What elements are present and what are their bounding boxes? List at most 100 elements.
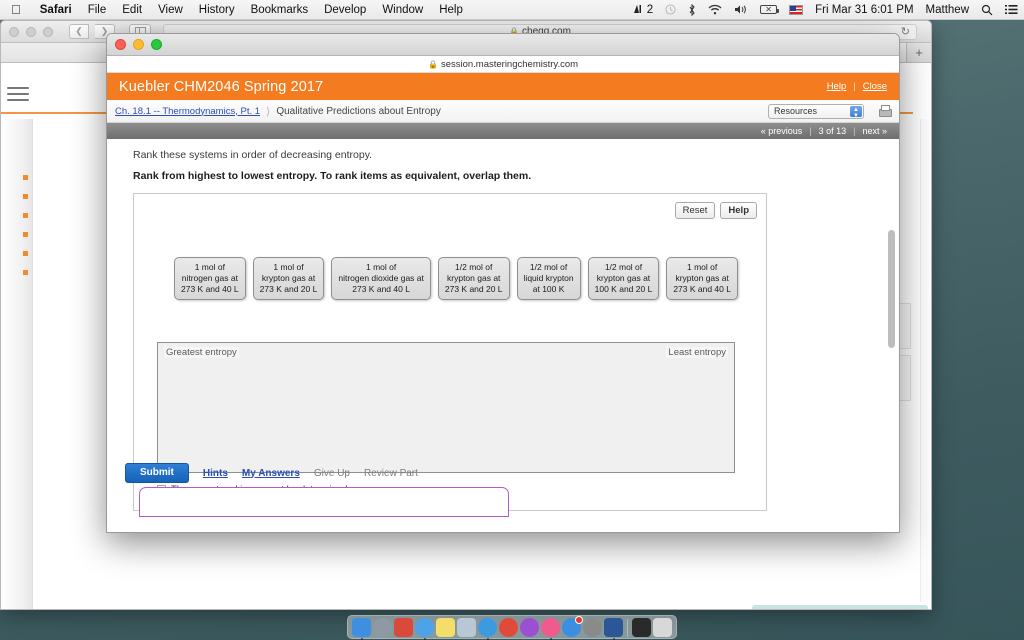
reload-icon[interactable]: ↻ bbox=[901, 25, 910, 38]
dock-app-word[interactable] bbox=[604, 618, 623, 640]
tile-item[interactable]: 1 mol of nitrogen gas at 273 K and 40 L bbox=[174, 257, 246, 300]
stack-icon[interactable] bbox=[632, 618, 651, 637]
minimize-icon[interactable] bbox=[26, 26, 36, 37]
reset-button[interactable]: Reset bbox=[674, 202, 716, 219]
previous-link[interactable]: « previous bbox=[761, 126, 803, 136]
menu-item-file[interactable]: File bbox=[80, 4, 115, 16]
post-question-button[interactable]: POST QUESTION bbox=[752, 605, 928, 609]
menu-item-view[interactable]: View bbox=[150, 4, 191, 16]
mc-question-content: Rank these systems in order of decreasin… bbox=[107, 139, 899, 532]
bluetooth-icon[interactable] bbox=[682, 3, 702, 16]
dock-app-safari[interactable] bbox=[373, 618, 392, 637]
menu-item-history[interactable]: History bbox=[191, 4, 243, 16]
least-entropy-label: Least entropy bbox=[666, 347, 728, 358]
datetime-label[interactable]: Fri Mar 31 6:01 PM bbox=[809, 4, 919, 16]
question-prompt: Rank these systems in order of decreasin… bbox=[133, 149, 373, 161]
zoom-icon[interactable] bbox=[151, 39, 162, 50]
masteringchemistry-window: 🔒 session.masteringchemistry.com Kuebler… bbox=[106, 33, 900, 533]
search-icon[interactable] bbox=[975, 4, 999, 16]
volume-icon[interactable] bbox=[728, 4, 754, 15]
sidebar-markers bbox=[23, 175, 29, 289]
resources-dropdown[interactable]: Resources ▲ ▼ bbox=[768, 103, 864, 119]
question-instruction: Rank from highest to lowest entropy. To … bbox=[133, 170, 532, 182]
mc-scrollbar-thumb[interactable] bbox=[888, 230, 895, 348]
mc-pagination-bar: « previous | 3 of 13 | next » bbox=[107, 123, 899, 139]
menu-item-edit[interactable]: Edit bbox=[114, 4, 150, 16]
dock-app-finder[interactable] bbox=[352, 618, 371, 640]
close-icon[interactable] bbox=[115, 39, 126, 50]
next-link[interactable]: next » bbox=[862, 126, 887, 136]
window-traffic-lights[interactable] bbox=[9, 26, 53, 37]
tile-item[interactable]: 1/2 mol of krypton gas at 273 K and 20 L bbox=[437, 257, 510, 300]
hints-link[interactable]: Hints bbox=[203, 468, 228, 479]
clock-icon[interactable] bbox=[659, 4, 682, 15]
panel-buttons: Reset Help bbox=[674, 202, 757, 219]
ranking-drop-zone[interactable]: Greatest entropy Least entropy bbox=[157, 342, 735, 473]
give-up-label: Give Up bbox=[313, 467, 350, 479]
screen: ❮ ❯ 🔒 chegg.com ↻ Course Home + ⌄ bbox=[0, 0, 1024, 640]
dock-app-itunes[interactable] bbox=[541, 618, 560, 640]
mc-traffic-lights[interactable] bbox=[115, 39, 162, 50]
header-separator: | bbox=[853, 81, 856, 92]
tile-item[interactable]: 1/2 mol of krypton gas at 100 K and 20 L bbox=[587, 257, 660, 300]
page-title: Kuebler CHM2046 Spring 2017 bbox=[119, 78, 324, 95]
dock-app-notes[interactable] bbox=[436, 618, 455, 637]
dock-app-messages[interactable] bbox=[478, 618, 497, 640]
list-icon[interactable] bbox=[999, 4, 1024, 15]
mc-scrollbar[interactable] bbox=[888, 100, 895, 528]
trash-icon[interactable] bbox=[653, 618, 672, 637]
submit-button[interactable]: Submit bbox=[125, 463, 189, 483]
dock-divider bbox=[627, 619, 628, 637]
menu-item-safari[interactable]: Safari bbox=[32, 4, 80, 16]
us-flag-icon[interactable] bbox=[783, 4, 809, 15]
apple-icon[interactable]:  bbox=[11, 3, 21, 16]
dock-app-photos[interactable] bbox=[520, 618, 539, 637]
breadcrumb-chapter-link[interactable]: Ch. 18.1 -- Thermodynamics, Pt. 1 bbox=[115, 106, 260, 117]
menu-item-help[interactable]: Help bbox=[431, 4, 471, 16]
tile-item[interactable]: 1/2 mol of liquid krypton at 100 K bbox=[516, 257, 581, 300]
dock-app-compass[interactable] bbox=[415, 618, 434, 640]
breadcrumb: Ch. 18.1 -- Thermodynamics, Pt. 1 ⟩ Qual… bbox=[107, 100, 899, 123]
app-badge-icon[interactable]: 2 bbox=[627, 4, 659, 16]
back-button[interactable]: ❮ bbox=[69, 24, 89, 39]
tile-item[interactable]: 1 mol of nitrogen dioxide gas at 273 K a… bbox=[331, 257, 431, 300]
menu-item-develop[interactable]: Develop bbox=[316, 4, 374, 16]
zoom-icon[interactable] bbox=[43, 26, 53, 37]
mc-action-bar: Submit Hints My Answers Give Up Review P… bbox=[125, 463, 418, 483]
mc-address-bar: 🔒 session.masteringchemistry.com bbox=[107, 56, 899, 73]
dock-app-appstore[interactable] bbox=[562, 616, 583, 637]
menu-item-window[interactable]: Window bbox=[374, 4, 431, 16]
battery-icon[interactable]: ✕ bbox=[754, 5, 783, 14]
user-menu-label[interactable]: Matthew bbox=[920, 4, 975, 16]
dock-app-calendar[interactable] bbox=[499, 618, 518, 637]
breadcrumb-current: Qualitative Predictions about Entropy bbox=[276, 105, 441, 117]
review-part-label: Review Part bbox=[364, 467, 418, 479]
macos-menubar:  Safari File Edit View History Bookmark… bbox=[0, 0, 1024, 20]
menu-item-bookmarks[interactable]: Bookmarks bbox=[243, 4, 317, 16]
hamburger-menu-icon[interactable] bbox=[7, 87, 29, 102]
dock-app-mail[interactable] bbox=[394, 618, 413, 637]
mc-url-text: session.masteringchemistry.com bbox=[440, 58, 579, 70]
tile-item[interactable]: 1 mol of krypton gas at 273 K and 40 L bbox=[666, 257, 738, 300]
notification-count: 2 bbox=[646, 3, 654, 16]
minimize-icon[interactable] bbox=[133, 39, 144, 50]
macos-dock bbox=[347, 615, 677, 640]
greatest-entropy-label: Greatest entropy bbox=[164, 347, 239, 358]
dock-app-settings[interactable] bbox=[583, 618, 602, 637]
new-tab-button[interactable]: + bbox=[907, 43, 931, 62]
pagination-divider-1: | bbox=[809, 126, 812, 136]
help-button[interactable]: Help bbox=[720, 202, 757, 219]
my-answers-link[interactable]: My Answers bbox=[242, 468, 300, 479]
chevron-right-icon: ⟩ bbox=[266, 105, 271, 118]
chegg-scrollbar[interactable] bbox=[920, 119, 929, 602]
draggable-tiles: 1 mol of nitrogen gas at 273 K and 40 L … bbox=[174, 257, 738, 300]
next-part-panel bbox=[139, 487, 509, 517]
close-icon[interactable] bbox=[9, 26, 19, 37]
dock-app-preview[interactable] bbox=[457, 618, 476, 637]
pagination-divider-2: | bbox=[853, 126, 856, 136]
mc-close-link[interactable]: Close bbox=[863, 81, 887, 92]
mc-help-link[interactable]: Help bbox=[827, 81, 847, 92]
mc-course-header: Kuebler CHM2046 Spring 2017 Help | Close bbox=[107, 73, 899, 100]
wifi-icon[interactable] bbox=[702, 4, 728, 15]
tile-item[interactable]: 1 mol of krypton gas at 273 K and 20 L bbox=[252, 257, 325, 300]
